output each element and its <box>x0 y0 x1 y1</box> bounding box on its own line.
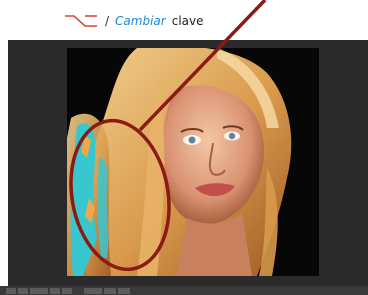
status-segment <box>62 287 72 294</box>
status-segment <box>118 287 130 294</box>
status-bar <box>0 286 368 295</box>
status-segment <box>104 287 116 294</box>
status-segment <box>50 287 60 294</box>
status-segment <box>30 287 48 294</box>
status-segment <box>84 287 102 294</box>
status-segment <box>18 287 28 294</box>
shortcut-caption: / Cambiar clave <box>63 10 204 32</box>
caption-key-label: clave <box>171 14 204 28</box>
status-segment <box>6 287 16 294</box>
caption-key-action: Cambiar <box>115 14 166 28</box>
caption-separator: / <box>105 14 110 28</box>
portrait-photo <box>67 48 319 276</box>
option-key-icon <box>65 15 97 27</box>
